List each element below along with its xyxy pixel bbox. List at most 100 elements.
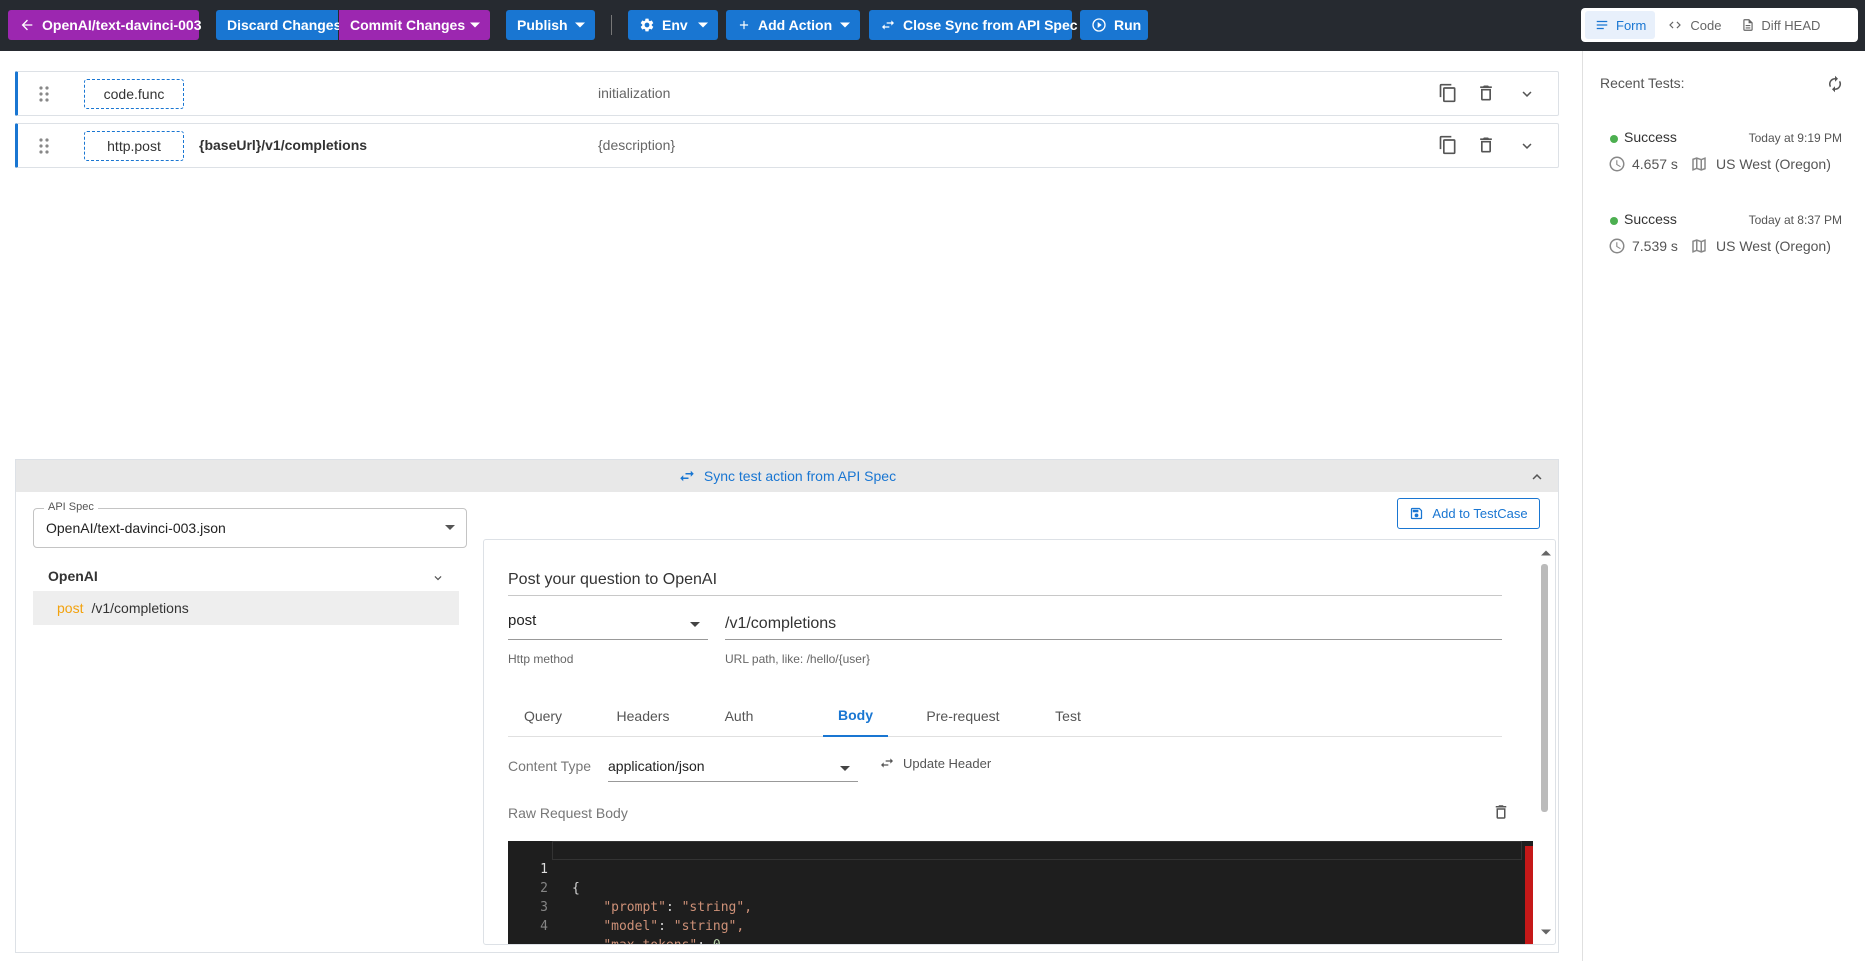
caret-down-icon[interactable]: [460, 10, 490, 40]
publish-label: Publish: [517, 17, 568, 33]
tab-pre-request[interactable]: Pre-request: [908, 695, 1018, 737]
step-description[interactable]: initialization: [598, 85, 670, 101]
request-title-field[interactable]: Post your question to OpenAI: [508, 568, 1502, 596]
http-method-select[interactable]: post: [508, 612, 708, 640]
tab-test[interactable]: Test: [1038, 695, 1098, 737]
copy-icon[interactable]: [1438, 135, 1458, 155]
code-line: 1 {: [508, 841, 1533, 896]
step-row[interactable]: code.func initialization: [15, 71, 1559, 116]
caret-down-icon[interactable]: [565, 10, 595, 40]
content-type-select[interactable]: application/json: [608, 752, 858, 782]
refresh-icon[interactable]: [1826, 75, 1844, 93]
tab-headers[interactable]: Headers: [598, 695, 688, 737]
spec-tree-item-path: /v1/completions: [91, 600, 189, 616]
vertical-scrollbar[interactable]: [1537, 540, 1555, 944]
sync-panel-header[interactable]: Sync test action from API Spec: [16, 460, 1558, 492]
success-status-dot: [1610, 135, 1618, 143]
http-method-helper: Http method: [508, 652, 574, 666]
request-tabs: Query Headers Auth Body Pre-request Test: [508, 695, 1502, 737]
caret-down-icon: [445, 525, 455, 530]
api-spec-label: API Spec: [44, 501, 98, 513]
line-content: "model": "string",: [603, 919, 745, 934]
tab-auth[interactable]: Auth: [704, 695, 774, 737]
chevron-down-icon[interactable]: [431, 571, 445, 585]
line-number: 4: [540, 919, 548, 934]
scroll-up-icon[interactable]: [1541, 550, 1551, 556]
step-row[interactable]: http.post {baseUrl}/v1/completions {desc…: [15, 123, 1559, 168]
test-status: Success: [1624, 129, 1677, 145]
step-url[interactable]: {baseUrl}/v1/completions: [199, 137, 367, 153]
request-editor: Post your question to OpenAI post Http m…: [483, 539, 1556, 945]
code-line: 3 "model": "string",: [508, 879, 1533, 934]
line-content: "max_tokens": 0,: [572, 936, 728, 944]
test-region: US West (Oregon): [1716, 238, 1831, 254]
save-icon: [1409, 506, 1424, 521]
test-duration: 4.657 s: [1632, 156, 1678, 172]
sync-arrows-icon: [678, 467, 696, 485]
chevron-down-icon[interactable]: [1518, 137, 1536, 155]
step-type-badge[interactable]: code.func: [84, 79, 184, 109]
tab-code-label: Code: [1690, 17, 1722, 33]
spec-tree-item[interactable]: post /v1/completions: [33, 591, 459, 625]
test-region: US West (Oregon): [1716, 156, 1831, 172]
close-sync-button[interactable]: Close Sync from API Spec: [869, 10, 1078, 40]
arrow-left-icon: [19, 17, 35, 33]
caret-down-icon[interactable]: [688, 10, 718, 40]
url-path-input[interactable]: /v1/completions: [725, 612, 1502, 640]
api-spec-select[interactable]: API Spec OpenAI/text-davinci-003.json: [33, 501, 467, 548]
sync-arrows-icon: [879, 755, 895, 771]
recent-test-item[interactable]: Success Today at 8:37 PM 7.539 s US West…: [1609, 208, 1850, 268]
copy-icon[interactable]: [1438, 83, 1458, 103]
add-to-testcase-button[interactable]: Add to TestCase: [1397, 498, 1540, 529]
tab-diff-head[interactable]: Diff HEAD: [1732, 11, 1829, 39]
recent-test-item[interactable]: Success Today at 9:19 PM 4.657 s US West…: [1608, 126, 1850, 186]
map-icon: [1690, 237, 1708, 255]
back-button[interactable]: OpenAI/text-davinci-003: [8, 10, 202, 40]
tab-code[interactable]: Code: [1657, 11, 1730, 39]
tab-form-label: Form: [1616, 17, 1647, 33]
test-time: Today at 8:37 PM: [1748, 213, 1842, 227]
chevron-up-icon[interactable]: [1528, 468, 1546, 486]
map-icon: [1690, 155, 1708, 173]
caret-down-icon[interactable]: [830, 10, 860, 40]
env-button[interactable]: Env: [628, 10, 718, 40]
run-button[interactable]: Run: [1080, 10, 1148, 40]
drag-handle-icon[interactable]: [38, 137, 50, 155]
close-sync-label: Close Sync from API Spec: [903, 17, 1078, 33]
content-type-value: application/json: [608, 758, 705, 774]
caret-down-icon: [840, 766, 850, 771]
file-diff-icon: [1741, 17, 1755, 33]
commit-changes-button[interactable]: Commit Changes: [339, 10, 490, 40]
content-type-label: Content Type: [508, 758, 592, 774]
sync-panel: Sync test action from API Spec API Spec …: [15, 459, 1559, 953]
add-action-button[interactable]: Add Action: [726, 10, 860, 40]
test-status: Success: [1624, 211, 1677, 227]
trash-icon[interactable]: [1476, 83, 1496, 103]
play-circle-icon: [1091, 17, 1107, 33]
success-status-dot: [1610, 217, 1618, 225]
overview-ruler-marker: [1525, 846, 1533, 944]
spec-tree-group[interactable]: OpenAI: [33, 561, 459, 591]
update-header-button[interactable]: Update Header: [879, 751, 991, 775]
discard-changes-button[interactable]: Discard Changes: [216, 10, 341, 40]
code-line: 2 "prompt": "string",: [508, 860, 1533, 915]
plus-icon: [737, 18, 751, 32]
step-description[interactable]: {description}: [598, 137, 675, 153]
test-time: Today at 9:19 PM: [1748, 131, 1842, 145]
chevron-down-icon[interactable]: [1518, 85, 1536, 103]
scroll-down-icon[interactable]: [1541, 929, 1551, 935]
drag-handle-icon[interactable]: [38, 85, 50, 103]
caret-down-icon: [690, 622, 700, 627]
code-editor[interactable]: 1 { 2 "prompt": "string", 3 "model": "st…: [508, 841, 1533, 944]
update-header-label: Update Header: [903, 755, 992, 771]
tab-body[interactable]: Body: [823, 695, 888, 737]
clock-icon: [1608, 155, 1626, 173]
step-type-badge[interactable]: http.post: [84, 131, 184, 161]
tab-form[interactable]: Form: [1585, 11, 1656, 39]
publish-button[interactable]: Publish: [506, 10, 595, 40]
tab-query[interactable]: Query: [508, 695, 578, 737]
gear-icon: [639, 17, 655, 33]
trash-icon[interactable]: [1492, 803, 1510, 821]
scrollbar-thumb[interactable]: [1541, 564, 1548, 812]
trash-icon[interactable]: [1476, 135, 1496, 155]
